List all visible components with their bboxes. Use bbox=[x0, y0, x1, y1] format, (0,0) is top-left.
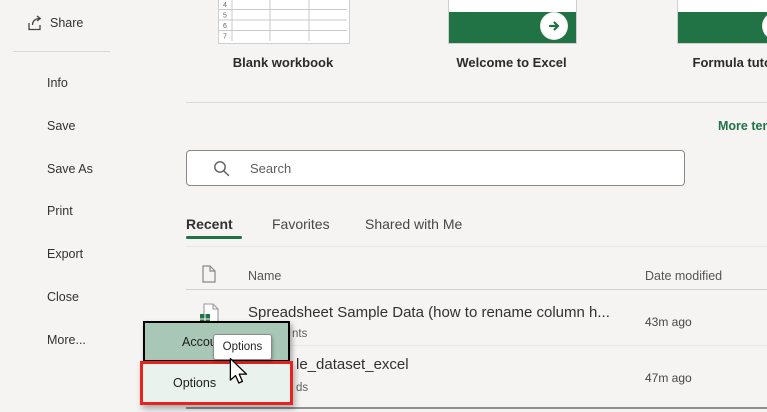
search-input[interactable] bbox=[248, 160, 684, 177]
svg-text:5: 5 bbox=[223, 13, 227, 20]
template-card-blank-workbook[interactable]: 4 5 6 7 bbox=[218, 0, 350, 44]
formula-card-banner bbox=[678, 12, 767, 43]
sidebar-item-export[interactable]: Export bbox=[47, 247, 83, 261]
column-header-date-modified[interactable]: Date modified bbox=[645, 269, 722, 283]
sidebar-item-options-highlighted[interactable]: Options bbox=[140, 361, 293, 405]
tab-shared-with-me[interactable]: Shared with Me bbox=[365, 216, 462, 232]
sidebar-item-save[interactable]: Save bbox=[47, 119, 76, 133]
file-date-modified: 43m ago bbox=[645, 315, 692, 329]
sidebar-item-more[interactable]: More... bbox=[47, 333, 86, 347]
template-card-formula-tutorial[interactable] bbox=[677, 0, 767, 44]
cursor-icon bbox=[228, 358, 250, 386]
more-templates-link[interactable]: More templates bbox=[718, 119, 767, 133]
file-name[interactable]: le_dataset_excel bbox=[296, 356, 409, 373]
file-location: nts bbox=[292, 328, 307, 340]
options-tooltip: Options bbox=[213, 334, 272, 360]
excel-backstage-view: Share Info Save Save As Print Export Clo… bbox=[0, 0, 767, 412]
sidebar-item-share[interactable]: Share bbox=[50, 16, 83, 30]
sidebar-item-close[interactable]: Close bbox=[47, 290, 79, 304]
svg-text:7: 7 bbox=[223, 34, 227, 41]
arrow-circle-icon bbox=[541, 13, 567, 39]
template-card-welcome[interactable] bbox=[448, 0, 577, 44]
document-icon bbox=[202, 265, 216, 283]
file-location: ds bbox=[296, 382, 308, 394]
file-date-modified: 47m ago bbox=[645, 371, 692, 385]
template-label-formula-tutorial: Formula tutorial bbox=[677, 55, 767, 70]
active-tab-underline bbox=[186, 236, 242, 239]
file-name[interactable]: Spreadsheet Sample Data (how to rename c… bbox=[248, 304, 610, 321]
svg-text:6: 6 bbox=[223, 23, 227, 30]
bottom-edge-line bbox=[186, 407, 767, 409]
header-divider bbox=[186, 289, 767, 290]
template-label-blank-workbook: Blank workbook bbox=[218, 55, 348, 70]
search-icon bbox=[213, 160, 230, 177]
sidebar-item-info[interactable]: Info bbox=[47, 76, 68, 90]
column-header-name[interactable]: Name bbox=[248, 269, 281, 283]
tooltip-label: Options bbox=[223, 341, 263, 353]
tab-favorites[interactable]: Favorites bbox=[272, 216, 330, 232]
search-box[interactable] bbox=[186, 150, 685, 186]
tab-recent[interactable]: Recent bbox=[186, 216, 233, 232]
svg-text:4: 4 bbox=[223, 2, 227, 9]
share-icon bbox=[25, 13, 45, 33]
options-label: Options bbox=[143, 376, 216, 390]
templates-section-divider bbox=[186, 102, 767, 103]
sidebar-divider bbox=[13, 51, 110, 52]
tabs-section-divider bbox=[186, 246, 767, 247]
spreadsheet-grid-thumbnail: 4 5 6 7 bbox=[219, 0, 347, 41]
sidebar-item-print[interactable]: Print bbox=[47, 204, 73, 218]
template-label-welcome: Welcome to Excel bbox=[448, 55, 575, 70]
sidebar-item-save-as[interactable]: Save As bbox=[47, 162, 93, 176]
